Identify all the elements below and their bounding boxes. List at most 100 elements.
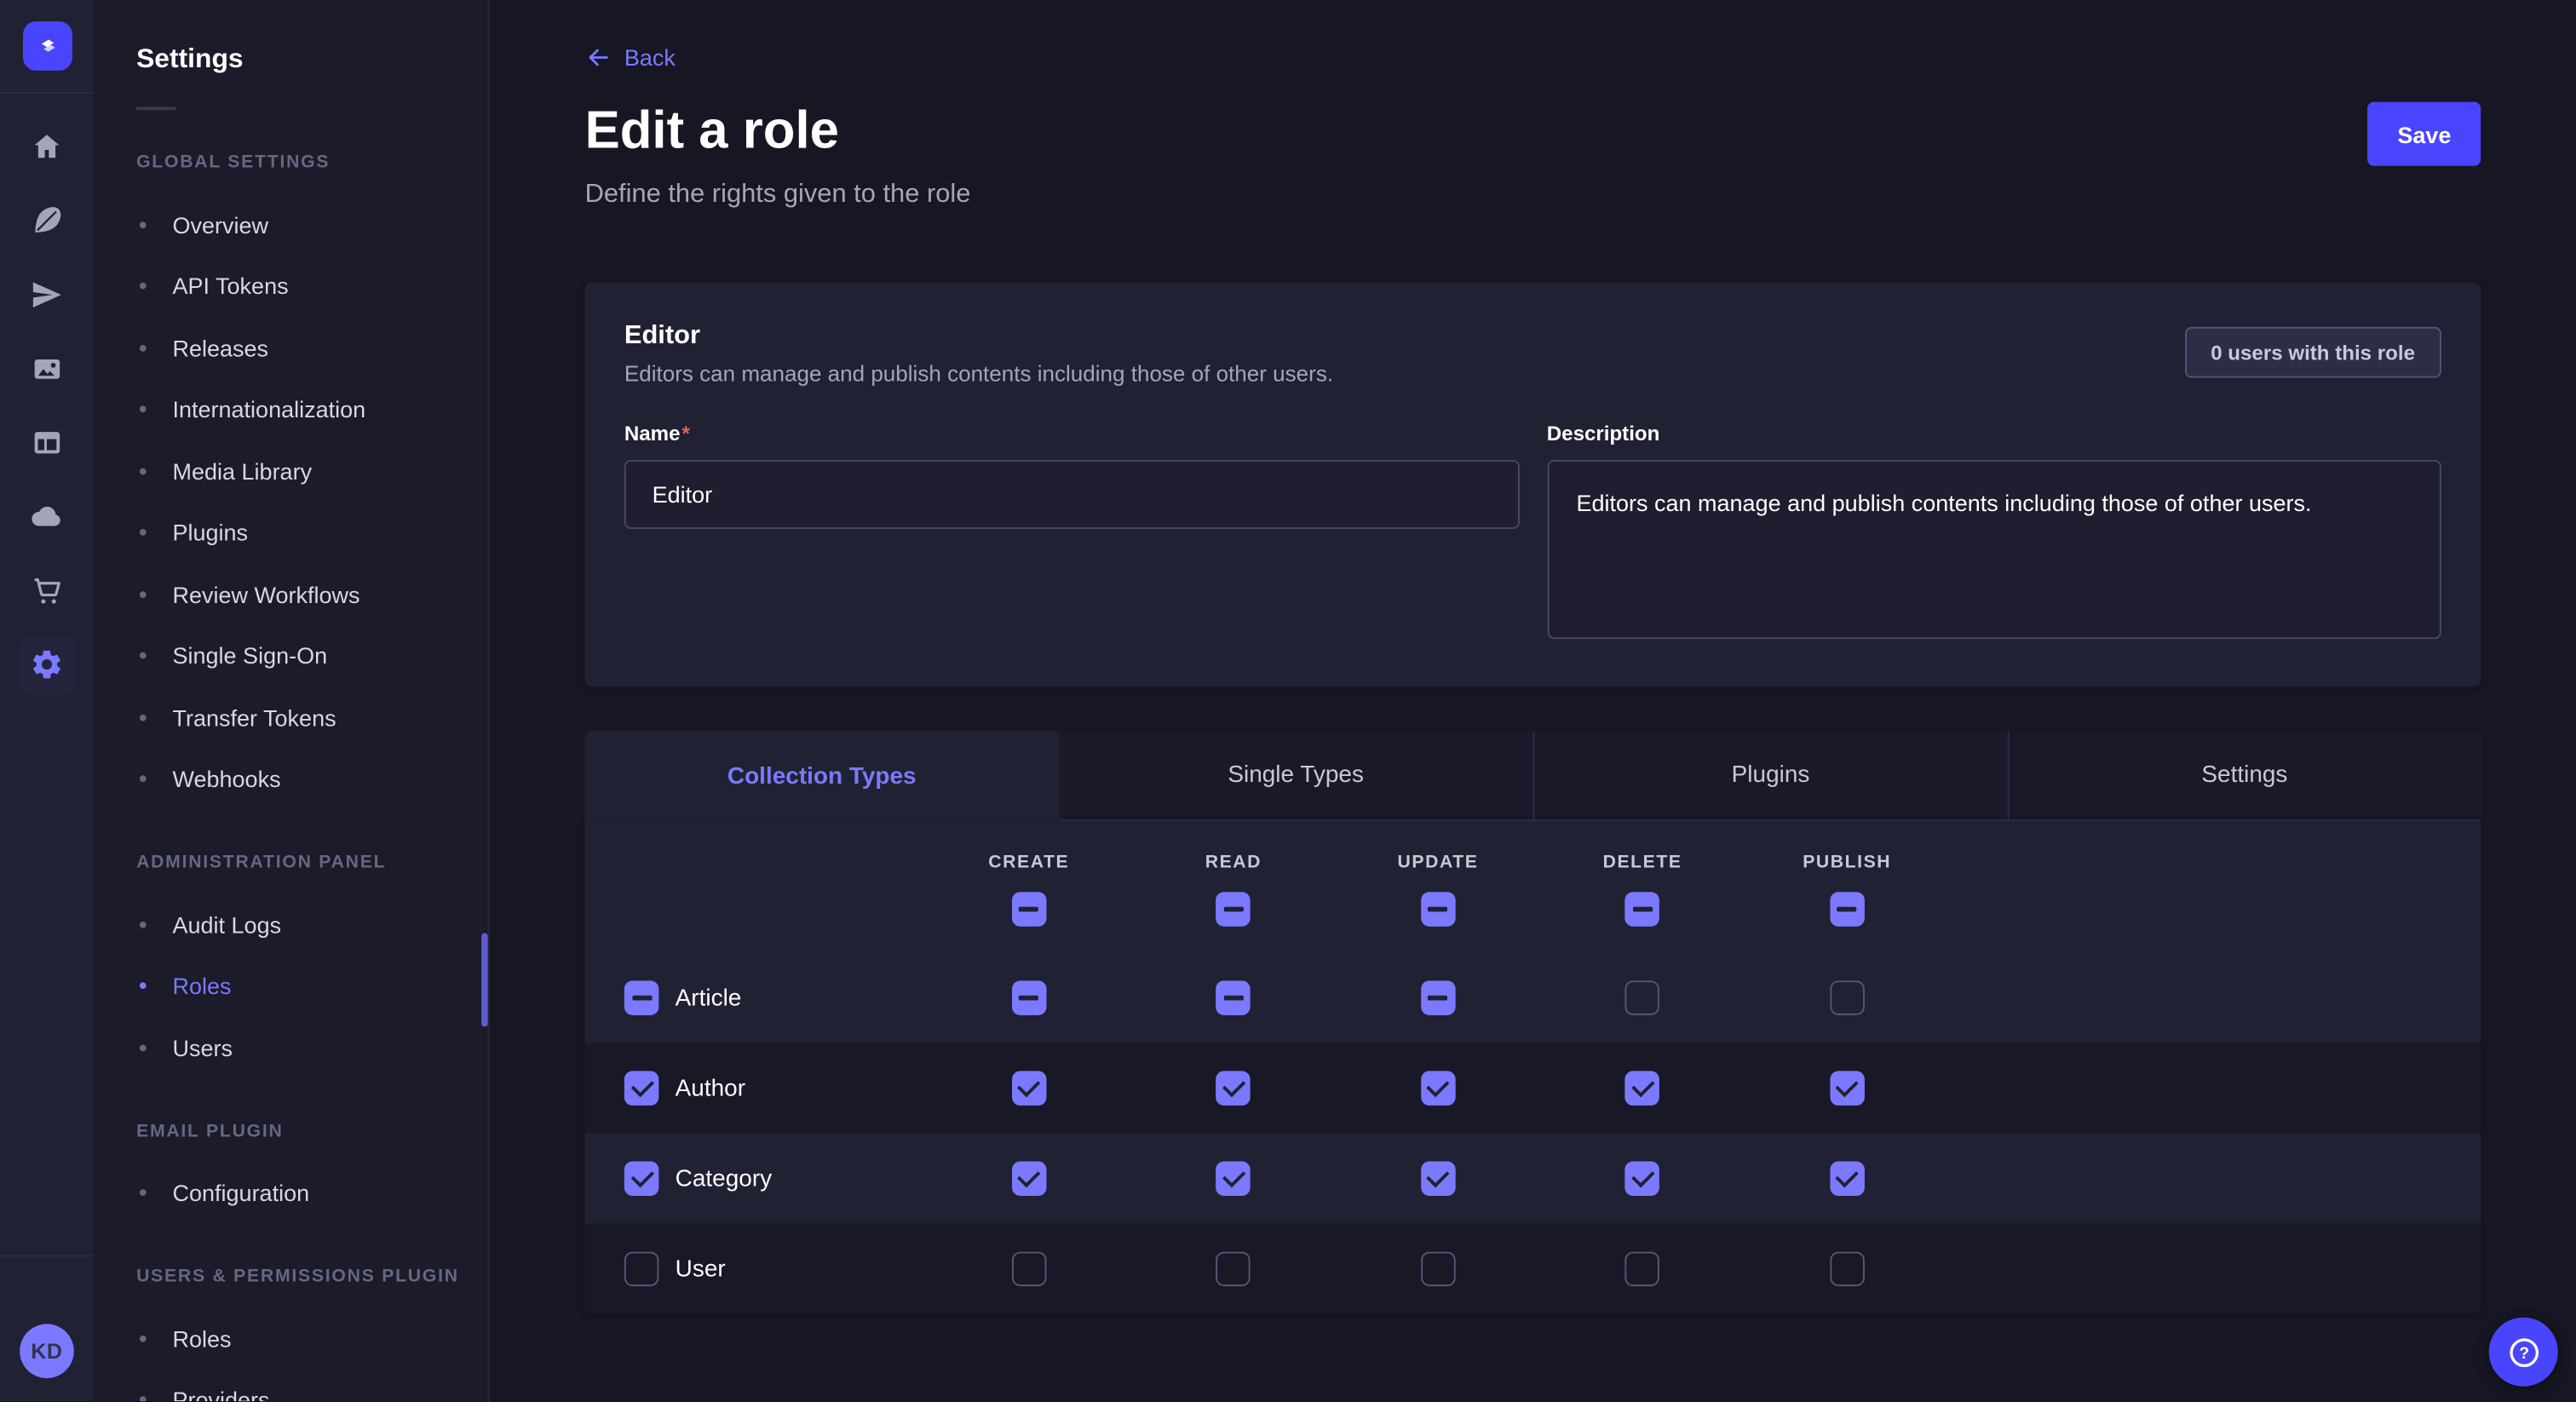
user-avatar[interactable]: KD [20,1324,74,1378]
strapi-logo-button[interactable] [22,21,72,71]
description-field-group: Description Editors can manage and publi… [1547,419,2441,647]
table-row-category: Category [585,1134,2481,1224]
sidebar-item-review-workflows[interactable]: Review Workflows [136,563,488,624]
tab-single-types[interactable]: Single Types [1059,731,1532,821]
cloud-icon [30,499,64,534]
row-label: Article [676,985,742,1011]
section-administration-panel: ADMINISTRATION PANEL Audit Logs Roles Us… [136,853,488,1078]
article-delete-checkbox[interactable] [1625,980,1660,1014]
nav-content-type-builder-button[interactable] [10,405,84,480]
category-publish-checkbox[interactable] [1830,1161,1865,1196]
tab-plugins[interactable]: Plugins [1532,731,2006,821]
nav-content-button[interactable] [10,184,84,258]
svg-text:?: ? [2518,1343,2528,1362]
required-asterisk: * [681,422,689,445]
column-header-read: READ [1131,853,1336,872]
article-update-checkbox[interactable] [1421,980,1456,1014]
row-select-checkbox[interactable] [624,980,659,1014]
nav-marketplace-button[interactable] [10,554,84,628]
rail-user-area: KD [0,1255,94,1401]
category-create-checkbox[interactable] [1012,1161,1047,1196]
sidebar-item-releases[interactable]: Releases [136,317,488,378]
tab-settings[interactable]: Settings [2007,731,2481,821]
description-textarea[interactable]: Editors can manage and publish contents … [1547,460,2441,639]
permissions-table-header: CREATE READ UPDATE DELETE PUBLISH [585,821,2481,952]
user-delete-checkbox[interactable] [1625,1252,1660,1287]
role-name-heading: Editor [624,322,1333,352]
column-header-delete: DELETE [1540,853,1745,872]
sidebar-item-up-roles[interactable]: Roles [136,1307,488,1369]
article-publish-checkbox[interactable] [1830,980,1865,1014]
help-button[interactable]: ? [2489,1318,2558,1387]
user-update-checkbox[interactable] [1421,1252,1456,1287]
article-read-checkbox[interactable] [1216,980,1251,1014]
back-label: Back [624,44,676,71]
row-label: Category [676,1165,772,1192]
permissions-card: Collection Types Single Types Plugins Se… [585,731,2481,1314]
section-items: Configuration [136,1162,488,1223]
role-heading-block: Editor Editors can manage and publish co… [624,322,1333,386]
table-row-user: User [585,1224,2481,1314]
section-items: Roles Providers [136,1307,488,1401]
sidebar-item-webhooks[interactable]: Webhooks [136,748,488,809]
sidebar-item-plugins[interactable]: Plugins [136,502,488,563]
question-mark-icon: ? [2504,1333,2542,1370]
sidebar-item-roles-active[interactable]: Roles [136,955,488,1016]
author-publish-checkbox[interactable] [1830,1071,1865,1106]
tab-collection-types[interactable]: Collection Types [585,731,1059,821]
author-read-checkbox[interactable] [1216,1071,1251,1106]
sidebar-item-transfer-tokens[interactable]: Transfer Tokens [136,687,488,748]
name-input[interactable] [624,460,1519,529]
sidebar-item-audit-logs[interactable]: Audit Logs [136,893,488,955]
sidebar-item-users[interactable]: Users [136,1017,488,1078]
media-library-icon [30,352,64,386]
column-header-update: UPDATE [1336,853,1540,872]
select-all-publish-checkbox[interactable] [1830,892,1865,927]
collection-types-panel: CREATE READ UPDATE DELETE PUBLISH [585,821,2481,1314]
main-content: Back Edit a role Save Define the rights … [490,0,2576,1401]
select-all-delete-checkbox[interactable] [1625,892,1660,927]
select-all-read-checkbox[interactable] [1216,892,1251,927]
sidebar-title: Settings [136,44,488,76]
select-all-create-checkbox[interactable] [1012,892,1047,927]
save-button[interactable]: Save [2368,102,2481,166]
section-label: EMAIL PLUGIN [136,1121,488,1141]
section-label: ADMINISTRATION PANEL [136,853,488,872]
sidebar-item-overview[interactable]: Overview [136,194,488,256]
permissions-tabs: Collection Types Single Types Plugins Se… [585,731,2481,821]
nav-settings-button[interactable] [10,628,84,702]
active-nav-highlight [17,635,76,693]
description-field-label: Description [1547,422,1660,445]
role-description-text: Editors can manage and publish contents … [624,361,1333,386]
user-create-checkbox[interactable] [1012,1252,1047,1287]
layout-icon [30,425,64,460]
sidebar-item-configuration[interactable]: Configuration [136,1162,488,1223]
nav-cloud-button[interactable] [10,480,84,554]
select-all-update-checkbox[interactable] [1421,892,1456,927]
sidebar-item-media-library[interactable]: Media Library [136,440,488,502]
article-create-checkbox[interactable] [1012,980,1047,1014]
author-create-checkbox[interactable] [1012,1071,1047,1106]
row-select-checkbox[interactable] [624,1252,659,1287]
section-label: GLOBAL SETTINGS [136,152,488,172]
row-select-checkbox[interactable] [624,1071,659,1106]
author-delete-checkbox[interactable] [1625,1071,1660,1106]
nav-home-button[interactable] [10,110,84,184]
back-link[interactable]: Back [585,44,676,71]
row-select-checkbox[interactable] [624,1161,659,1196]
sidebar-item-api-tokens[interactable]: API Tokens [136,256,488,317]
sidebar-item-internationalization[interactable]: Internationalization [136,379,488,440]
author-update-checkbox[interactable] [1421,1071,1456,1106]
category-delete-checkbox[interactable] [1625,1161,1660,1196]
sidebar-item-single-sign-on[interactable]: Single Sign-On [136,625,488,687]
nav-media-library-button[interactable] [10,332,84,406]
category-update-checkbox[interactable] [1421,1161,1456,1196]
sidebar-item-up-providers[interactable]: Providers [136,1369,488,1401]
category-read-checkbox[interactable] [1216,1161,1251,1196]
users-with-role-button[interactable]: 0 users with this role [2184,327,2441,378]
user-read-checkbox[interactable] [1216,1252,1251,1287]
user-publish-checkbox[interactable] [1830,1252,1865,1287]
sidebar-scrollbar-thumb[interactable] [481,933,488,1026]
nav-releases-button[interactable] [10,258,84,332]
rail-nav-icons [10,94,84,702]
